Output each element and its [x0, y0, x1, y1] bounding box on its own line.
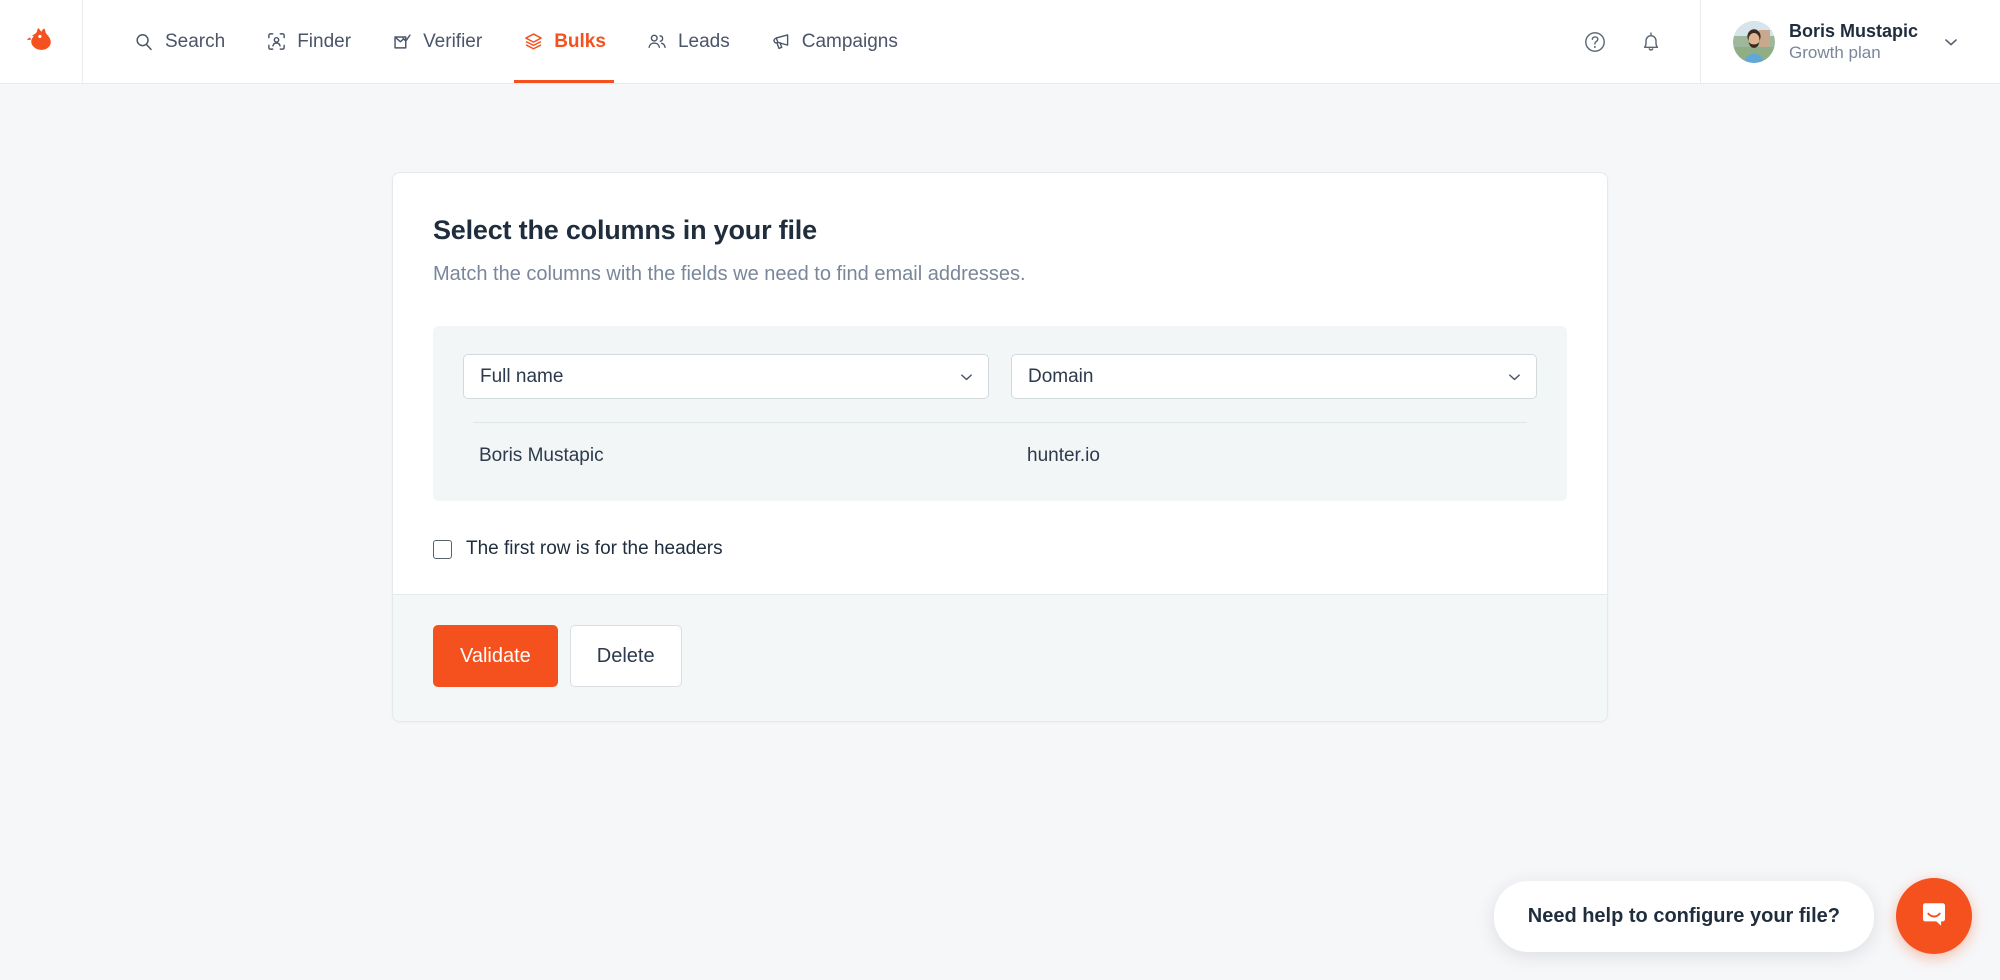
search-icon [133, 31, 155, 53]
header-row-checkbox[interactable] [433, 539, 452, 559]
account-menu[interactable]: Boris Mustapic Growth plan [1700, 0, 2000, 83]
chat-prompt-bubble[interactable]: Need help to configure your file? [1493, 880, 1874, 952]
account-plan: Growth plan [1789, 43, 1881, 63]
verifier-icon [391, 31, 413, 53]
mapper-divider [473, 422, 1527, 423]
chevron-down-icon[interactable] [1942, 33, 1960, 51]
column-select-wrap-1: Full name [463, 354, 989, 399]
header-utility-icons [1582, 0, 1700, 83]
bulks-icon [522, 31, 544, 53]
nav-label-bulks: Bulks [554, 30, 606, 52]
column-select-wrap-2: Domain [1011, 354, 1537, 399]
page-subtitle: Match the columns with the fields we nee… [433, 263, 1026, 285]
nav-item-bulks[interactable]: Bulks [502, 0, 626, 83]
main-nav: Search Finder Verifier Bulks Leads Campa… [83, 0, 918, 83]
chat-widget: Need help to configure your file? [1493, 878, 1972, 954]
page-title: Select the columns in your file [433, 215, 817, 245]
bell-icon[interactable] [1638, 29, 1664, 55]
column-select-full-name[interactable]: Full name [463, 354, 989, 399]
column-select-row: Full name Domain [463, 354, 1537, 399]
leads-icon [646, 31, 668, 53]
nav-item-search[interactable]: Search [113, 0, 245, 83]
account-name: Boris Mustapic [1789, 20, 1919, 41]
nav-label-campaigns: Campaigns [801, 30, 898, 52]
column-select-domain[interactable]: Domain [1011, 354, 1537, 399]
column-select-value-1: Full name [480, 365, 564, 387]
header-right-group: Boris Mustapic Growth plan [1582, 0, 2000, 83]
nav-label-search: Search [165, 30, 226, 52]
column-mapping-card: Select the columns in your file Match th… [392, 172, 1608, 722]
card-footer: Validate Delete [393, 594, 1607, 721]
chat-launcher-button[interactable] [1896, 878, 1972, 954]
nav-item-verifier[interactable]: Verifier [371, 0, 502, 83]
finder-icon [265, 31, 287, 53]
help-circle-icon[interactable] [1582, 29, 1608, 55]
logo-cell[interactable] [0, 0, 83, 83]
intercom-chat-icon [1914, 894, 1954, 939]
nav-label-leads: Leads [677, 30, 730, 52]
campaigns-icon [770, 31, 792, 53]
nav-label-finder: Finder [297, 30, 352, 52]
main-content: Select the columns in your file Match th… [0, 84, 2000, 980]
header-row-checkbox-label: The first row is for the headers [466, 538, 723, 559]
delete-button[interactable]: Delete [569, 625, 682, 687]
avatar [1733, 20, 1775, 63]
validate-button[interactable]: Validate [433, 625, 558, 687]
nav-item-campaigns[interactable]: Campaigns [750, 0, 918, 83]
preview-cell-domain: hunter.io [1027, 445, 1100, 466]
preview-row: Boris Mustapic hunter.io [463, 445, 1537, 467]
column-select-value-2: Domain [1028, 365, 1094, 387]
nav-label-verifier: Verifier [423, 30, 483, 52]
nav-item-leads[interactable]: Leads [626, 0, 750, 83]
preview-cell-full-name: Boris Mustapic [479, 445, 604, 466]
account-text: Boris Mustapic Growth plan [1789, 20, 1918, 64]
column-mapper-panel: Full name Domain Boris Mustapic hunter.i… [433, 326, 1567, 501]
card-body: Select the columns in your file Match th… [393, 173, 1607, 594]
hunter-fox-logo-icon[interactable] [24, 22, 58, 61]
nav-item-finder[interactable]: Finder [245, 0, 371, 83]
header-row-checkbox-group[interactable]: The first row is for the headers [433, 538, 1567, 560]
app-header: Search Finder Verifier Bulks Leads Campa… [0, 0, 2000, 84]
